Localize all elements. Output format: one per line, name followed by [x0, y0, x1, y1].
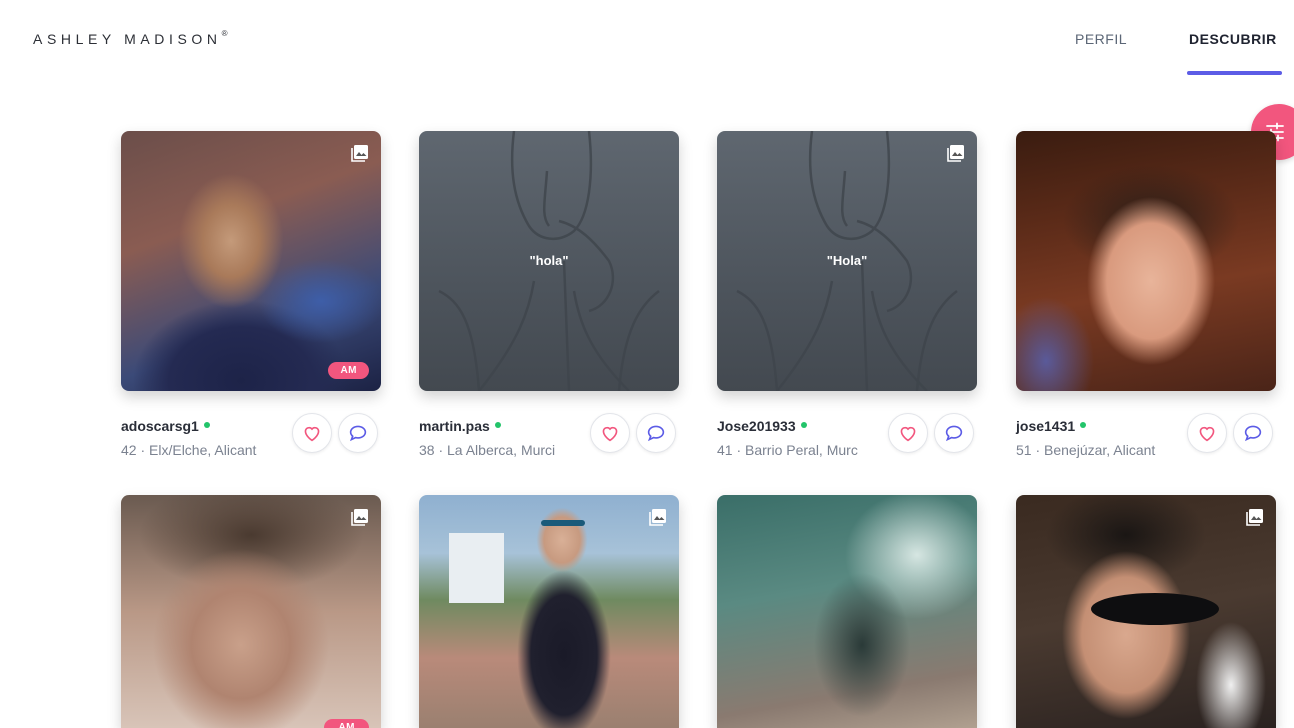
chat-bubble-icon [348, 424, 368, 442]
profile-placeholder[interactable]: "Hola" [717, 131, 977, 391]
like-button[interactable] [1187, 413, 1227, 453]
chat-bubble-icon [1243, 424, 1263, 442]
registered-mark: ® [221, 29, 228, 39]
nav-descubrir[interactable]: DESCUBRIR [1189, 31, 1277, 47]
username: martin.pas [419, 418, 490, 434]
logo[interactable]: ASHLEY MADISON® [33, 29, 228, 47]
message-button[interactable] [1233, 413, 1273, 453]
online-indicator [203, 422, 210, 429]
age-location: 51 · Benejúzar, Alicant [1016, 442, 1156, 458]
gallery-icon [350, 143, 370, 163]
like-button[interactable] [888, 413, 928, 453]
age-location: 42 · Elx/Elche, Alicant [121, 442, 257, 458]
gallery-icon [648, 507, 668, 527]
logo-text: ASHLEY MADISON [33, 31, 222, 47]
gallery-icon [946, 143, 966, 163]
heart-icon [302, 424, 322, 442]
profile-quote: "Hola" [826, 253, 868, 268]
am-badge: AM [324, 719, 369, 728]
online-indicator [1080, 422, 1087, 429]
profile-quote: "hola" [529, 253, 569, 268]
gallery-icon [1245, 507, 1265, 527]
profile-info: adoscarsg1 42 · Elx/Elche, Alicant [121, 391, 381, 458]
profile-photo[interactable] [1016, 131, 1276, 391]
online-indicator [800, 422, 807, 429]
heart-icon [600, 424, 620, 442]
username-row[interactable]: Jose201933 [717, 418, 807, 434]
profile-card: AM adoscarsg1 42 · Elx/Elche, Alicant [121, 131, 381, 458]
profile-photo[interactable] [717, 495, 977, 728]
age-location: 38 · La Alberca, Murci [419, 442, 556, 458]
profile-info: jose1431 51 · Benejúzar, Alicant [1016, 391, 1276, 458]
profile-photo[interactable] [1016, 495, 1276, 728]
profile-card [1016, 495, 1276, 728]
profile-card [717, 495, 977, 728]
am-badge: AM [328, 362, 369, 379]
profile-photo[interactable] [419, 495, 679, 728]
online-indicator [494, 422, 501, 429]
username-row[interactable]: jose1431 [1016, 418, 1087, 434]
profile-placeholder[interactable]: "hola" [419, 131, 679, 391]
username: jose1431 [1016, 418, 1076, 434]
like-button[interactable] [292, 413, 332, 453]
profile-info: Jose201933 41 · Barrio Peral, Murc [717, 391, 977, 458]
message-button[interactable] [338, 413, 378, 453]
profile-card: "Hola" Jose201933 41 · Barrio Peral, Mur… [717, 131, 977, 458]
profile-card [419, 495, 679, 728]
username: adoscarsg1 [121, 418, 199, 434]
profile-card: AM [121, 495, 381, 728]
nav-perfil[interactable]: PERFIL [1075, 31, 1127, 47]
age-location: 41 · Barrio Peral, Murc [717, 442, 858, 458]
username-row[interactable]: martin.pas [419, 418, 501, 434]
message-button[interactable] [636, 413, 676, 453]
background-van [449, 533, 504, 603]
heart-icon [898, 424, 918, 442]
active-tab-indicator [1187, 71, 1282, 75]
gallery-icon [350, 507, 370, 527]
like-button[interactable] [590, 413, 630, 453]
eye-mask [1091, 593, 1219, 625]
profile-card: jose1431 51 · Benejúzar, Alicant [1016, 131, 1276, 458]
username-row[interactable]: adoscarsg1 [121, 418, 210, 434]
message-button[interactable] [934, 413, 974, 453]
profile-card: "hola" martin.pas 38 · La Alberca, Murci [419, 131, 679, 458]
sunglasses [541, 520, 585, 526]
heart-icon [1197, 424, 1217, 442]
profile-info: martin.pas 38 · La Alberca, Murci [419, 391, 679, 458]
profile-photo[interactable]: AM [121, 131, 381, 391]
chat-bubble-icon [944, 424, 964, 442]
chat-bubble-icon [646, 424, 666, 442]
profile-photo[interactable]: AM [121, 495, 381, 728]
username: Jose201933 [717, 418, 796, 434]
